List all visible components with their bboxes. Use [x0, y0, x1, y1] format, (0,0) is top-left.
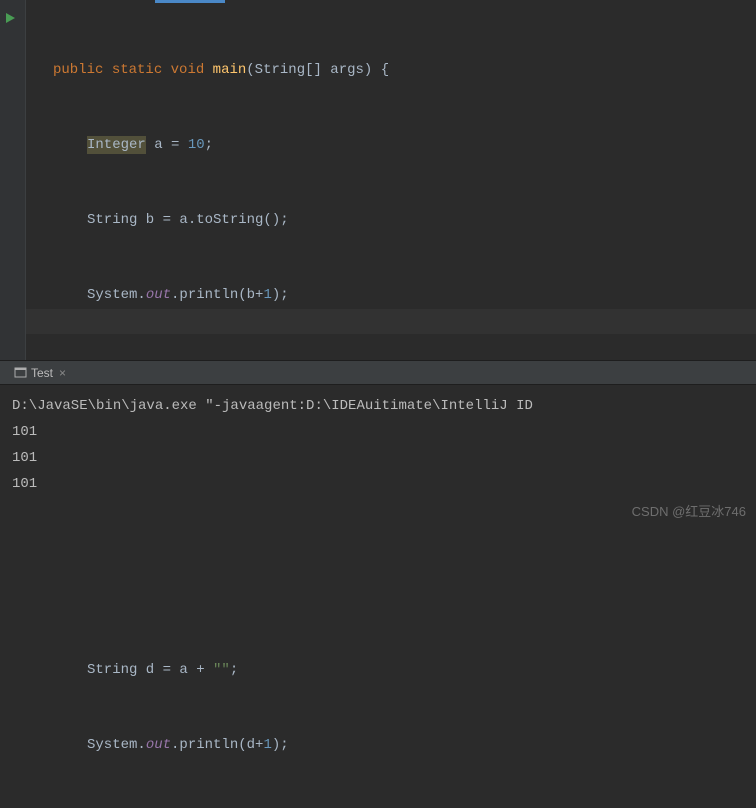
type-highlighted: Integer [87, 136, 146, 154]
run-gutter-icon[interactable] [4, 12, 16, 24]
text: .println(d+ [171, 737, 263, 753]
text: System. [87, 287, 146, 303]
method-name: main [213, 62, 247, 78]
field-out: out [146, 287, 171, 303]
code-line[interactable]: String d = a + ""; [35, 658, 389, 683]
console-line: 101 [12, 450, 37, 466]
text: .println(b+ [171, 287, 263, 303]
code-line[interactable]: public static void main(String[] args) { [35, 58, 389, 83]
code-line[interactable]: Integer a = 10; [35, 133, 389, 158]
number: 10 [188, 137, 205, 153]
keyword: static [112, 62, 162, 78]
watermark: CSDN @红豆冰746 [632, 501, 746, 520]
console-line: 101 [12, 476, 37, 492]
console-line: D:\JavaSE\bin\java.exe "-javaagent:D:\ID… [12, 398, 533, 414]
code-line[interactable]: System.out.println(d+1); [35, 733, 389, 758]
string: "" [213, 662, 230, 678]
editor-gutter[interactable] [0, 0, 26, 360]
run-config-icon [14, 366, 27, 379]
code-editor[interactable]: public static void main(String[] args) {… [0, 0, 756, 360]
code-line[interactable]: String b = a.toString(); [35, 208, 389, 233]
number: 1 [263, 287, 271, 303]
console-tab-test[interactable]: Test × [8, 361, 72, 384]
params: (String[] args) { [246, 62, 389, 78]
number: 1 [263, 737, 271, 753]
close-icon[interactable]: × [59, 366, 66, 380]
text: ); [272, 737, 289, 753]
code-line[interactable] [35, 583, 389, 608]
text: String d = a + [87, 662, 213, 678]
semi: ; [230, 662, 238, 678]
active-tab-indicator [155, 0, 225, 3]
text: String b = a.toString(); [87, 212, 289, 228]
console-tab-label: Test [31, 366, 53, 380]
console-line: 101 [12, 424, 37, 440]
text: a = [146, 137, 188, 153]
semi: ; [205, 137, 213, 153]
text: System. [87, 737, 146, 753]
console-tabs-bar: Test × [0, 361, 756, 385]
keyword: void [171, 62, 205, 78]
keyword: public [53, 62, 103, 78]
console-output[interactable]: D:\JavaSE\bin\java.exe "-javaagent:D:\ID… [0, 385, 756, 505]
text: ); [272, 287, 289, 303]
field-out: out [146, 737, 171, 753]
code-line[interactable]: System.out.println(b+1); [35, 283, 389, 308]
